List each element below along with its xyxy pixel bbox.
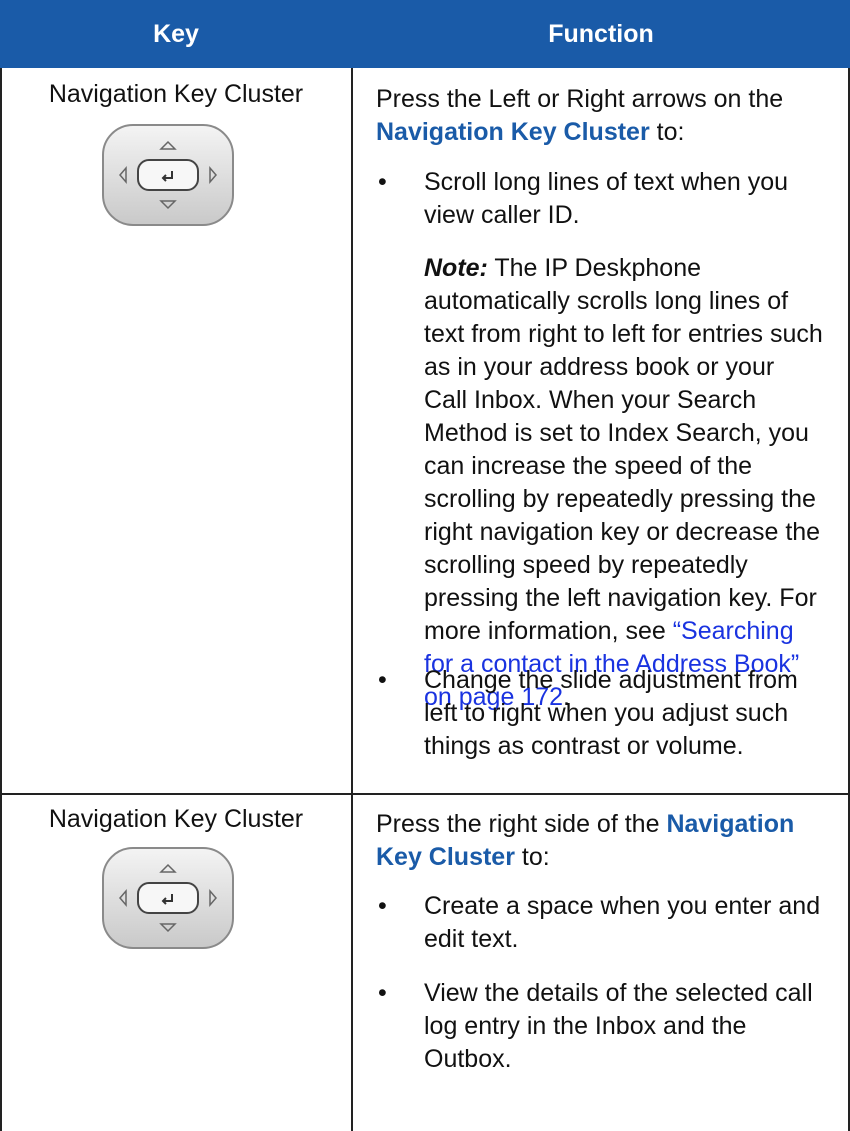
- table-border-left: [0, 68, 2, 1131]
- key-label: Navigation Key Cluster: [48, 805, 304, 833]
- bullet-marker: •: [378, 979, 387, 1007]
- note-paragraph: Note: The IP Deskphone automatically scr…: [424, 252, 824, 714]
- bullet-marker: •: [378, 168, 387, 196]
- intro-suffix: to:: [514, 843, 550, 871]
- row-divider: [0, 793, 850, 795]
- note-text: The IP Deskphone automatically scrolls l…: [424, 254, 823, 645]
- bullet-marker: •: [378, 892, 387, 920]
- intro-suffix: to:: [649, 118, 685, 146]
- table-header: Key Function: [0, 0, 850, 68]
- key-label: Navigation Key Cluster: [48, 80, 304, 108]
- function-intro: Press the Left or Right arrows on the Na…: [376, 83, 816, 149]
- bullet-text: Change the slide adjustment from left to…: [424, 666, 798, 760]
- navigation-key-cluster-term: Navigation Key Cluster: [376, 118, 650, 146]
- intro-text: Press the Left or Right arrows on the: [376, 85, 784, 113]
- bullet-text: Scroll long lines of text when you view …: [424, 168, 789, 229]
- header-key: Key: [153, 20, 199, 48]
- bullet-text: View the details of the selected call lo…: [424, 979, 813, 1073]
- column-divider: [351, 68, 353, 1131]
- function-intro: Press the right side of the Navigation K…: [376, 808, 816, 874]
- navigation-key-cluster-icon: [100, 122, 236, 228]
- intro-text: Press the right side of the: [376, 810, 667, 838]
- navigation-key-cluster-icon: [100, 845, 236, 951]
- note-label: Note:: [424, 254, 488, 282]
- bullet-marker: •: [378, 666, 387, 694]
- header-function: Function: [548, 20, 654, 48]
- bullet-text: Create a space when you enter and edit t…: [424, 892, 821, 953]
